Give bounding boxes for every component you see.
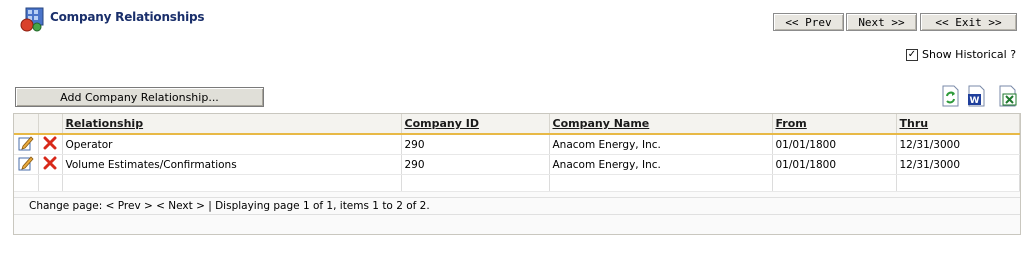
page-title: Company Relationships [50,10,205,24]
cell-from: 01/01/1800 [772,134,897,155]
edit-column-header [14,114,39,135]
cell-company-name: Anacom Energy, Inc. [549,134,773,155]
cell-relationship: Operator [62,134,402,155]
word-export-icon[interactable]: W [965,84,987,108]
cell-thru: 12/31/3000 [896,154,1020,175]
table-row: Volume Estimates/Confirmations 290 Anaco… [14,154,1020,175]
refresh-icon[interactable] [939,84,961,108]
pager: Change page: < Prev > < Next > | Display… [14,197,1020,215]
column-header-thru[interactable]: Thru [896,114,1020,135]
relationships-grid: Relationship Company ID Company Name Fro… [13,113,1021,235]
cell-relationship: Volume Estimates/Confirmations [62,154,402,175]
prev-button[interactable]: << Prev [773,13,844,31]
cell-company-id: 290 [401,134,550,155]
cell-company-id: 290 [401,154,550,175]
edit-icon[interactable] [14,154,39,175]
cell-thru: 12/31/3000 [896,134,1020,155]
delete-icon[interactable] [38,154,63,175]
edit-icon[interactable] [14,134,39,155]
svg-text:W: W [970,96,980,106]
column-header-from[interactable]: From [772,114,897,135]
next-button[interactable]: Next >> [846,13,917,31]
cell-company-name: Anacom Energy, Inc. [549,154,773,175]
show-historical-checkbox[interactable]: ✓ [906,48,918,61]
table-row: Operator 290 Anacom Energy, Inc. 01/01/1… [14,134,1020,155]
table-header-row: Relationship Company ID Company Name Fro… [14,114,1020,135]
exit-button[interactable]: << Exit >> [920,13,1017,31]
relationships-table: Relationship Company ID Company Name Fro… [14,114,1020,192]
column-header-company-id[interactable]: Company ID [401,114,550,135]
column-header-company-name[interactable]: Company Name [549,114,773,135]
delete-icon[interactable] [38,134,63,155]
column-header-relationship[interactable]: Relationship [62,114,402,135]
show-historical-label: Show Historical ? [922,48,1017,61]
delete-column-header [38,114,63,135]
company-relationships-icon [20,6,46,32]
show-historical-option: ✓ Show Historical ? [906,48,1016,61]
add-company-relationship-button[interactable]: Add Company Relationship... [15,87,264,107]
excel-export-icon[interactable] [996,84,1018,108]
pager-text: Change page: < Prev > < Next > | Display… [29,200,430,212]
cell-from: 01/01/1800 [772,154,897,175]
empty-row [14,174,1020,192]
